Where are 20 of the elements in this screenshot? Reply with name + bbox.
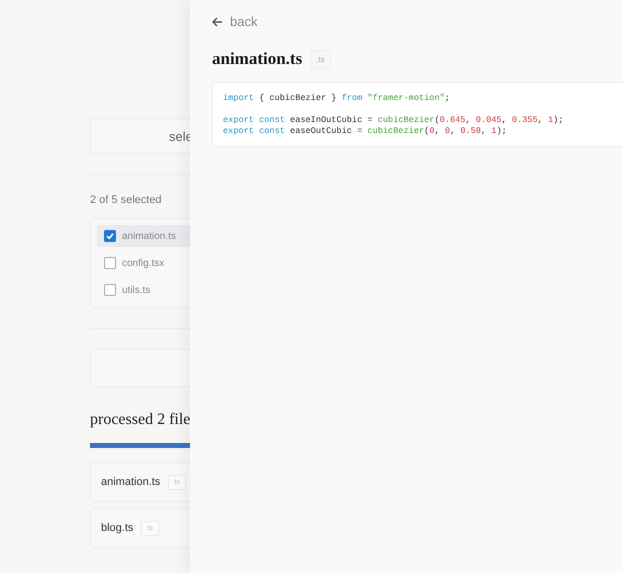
code-line: import { cubicBezier } from "framer-motion"; <box>223 93 451 104</box>
file-name: config.tsx <box>122 258 164 268</box>
file-name: animation.ts <box>122 230 176 242</box>
arrow-left-icon <box>212 16 223 26</box>
file-list-item[interactable]: animation.ts <box>97 225 190 247</box>
file-list-item[interactable]: utils.ts <box>97 279 190 301</box>
code-line: export const easeOutCubic = cubicBezier(0, 0, 0.58, 1); <box>223 126 508 137</box>
selection-count: 2 of 5 selected <box>90 194 163 206</box>
checkbox[interactable] <box>104 284 116 296</box>
file-type-tag: .ts <box>310 50 331 68</box>
processed-heading: processed 2 file <box>90 411 190 429</box>
file-list-item[interactable]: config.tsx <box>97 252 190 274</box>
file-name: blog.ts <box>101 522 134 534</box>
back-link[interactable]: back <box>212 14 258 29</box>
file-name: utils.ts <box>122 284 150 296</box>
code-line: export const easeInOutCubic = cubicBezier(0.645, 0.045, 0.355, 1); <box>223 114 564 126</box>
checkbox[interactable] <box>104 257 116 269</box>
checkbox[interactable] <box>104 230 116 242</box>
file-name: animation.ts <box>101 476 160 488</box>
file-title: animation.ts <box>212 49 302 69</box>
